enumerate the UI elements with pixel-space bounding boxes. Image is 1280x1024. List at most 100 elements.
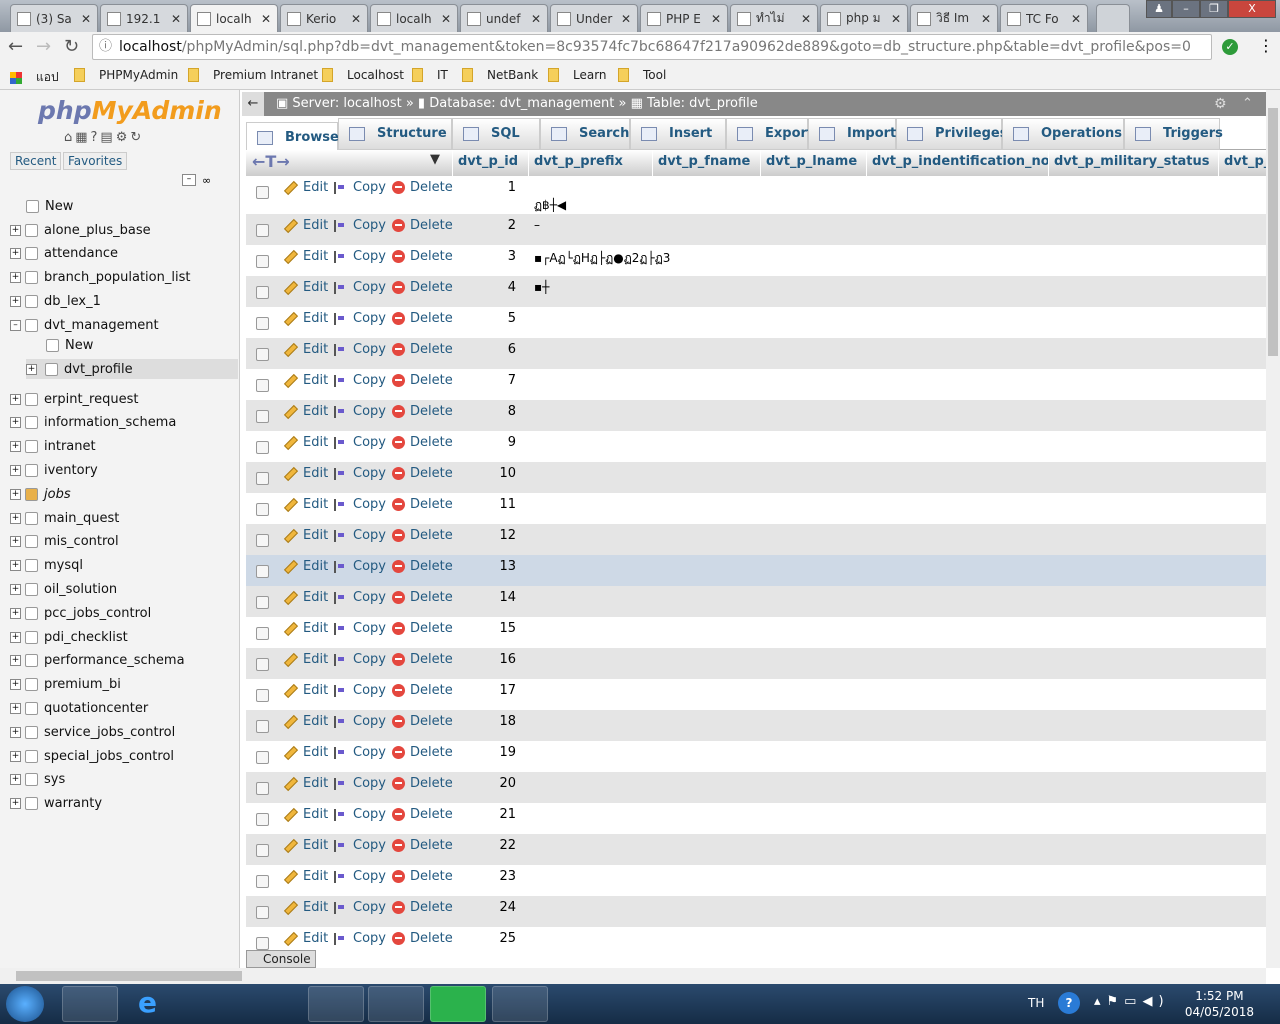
copy-link[interactable]: Copy (334, 373, 386, 388)
copy-link[interactable]: Copy (334, 180, 386, 195)
edit-link[interactable]: Edit (283, 869, 328, 884)
row-checkbox[interactable] (256, 503, 269, 516)
edit-link[interactable]: Edit (283, 590, 328, 605)
edit-link[interactable]: Edit (283, 342, 328, 357)
sidebar-item-iventory[interactable]: + iventory (10, 460, 98, 480)
browser-tab[interactable]: php ม ✕ (820, 4, 908, 32)
browser-tab[interactable]: localh ✕ (190, 4, 278, 32)
taskbar-line-icon[interactable] (430, 986, 486, 1022)
bookmark-item[interactable]: PHPMyAdmin (74, 68, 178, 82)
copy-link[interactable]: Copy (334, 311, 386, 326)
copy-link[interactable]: Copy (334, 838, 386, 853)
expand-icon[interactable]: + (10, 798, 21, 810)
edit-link[interactable]: Edit (283, 180, 328, 195)
tab-structure[interactable]: Structure (338, 118, 452, 150)
delete-link[interactable]: Delete (392, 218, 453, 233)
vertical-scrollbar[interactable] (1266, 90, 1280, 968)
edit-link[interactable]: Edit (283, 559, 328, 574)
sidebar-item-db_lex_1[interactable]: + db_lex_1 (10, 291, 101, 311)
menu-icon[interactable]: ⋮ (1258, 36, 1274, 55)
edit-link[interactable]: Edit (283, 311, 328, 326)
tab-export[interactable]: Export (726, 118, 813, 150)
close-tab-icon[interactable]: ✕ (1071, 12, 1081, 26)
edit-link[interactable]: Edit (283, 714, 328, 729)
sidebar-item-pcc_jobs_control[interactable]: + pcc_jobs_control (10, 603, 151, 623)
help-icon[interactable]: ? (1058, 992, 1080, 1014)
close-tab-icon[interactable]: ✕ (711, 12, 721, 26)
expand-icon[interactable]: + (10, 417, 21, 429)
delete-link[interactable]: Delete (392, 249, 453, 264)
sidebar-item-warranty[interactable]: + warranty (10, 794, 102, 814)
phpmyadmin-logo[interactable]: phpMyAdmin (38, 96, 222, 125)
edit-link[interactable]: Edit (283, 621, 328, 636)
expand-icon[interactable]: + (10, 726, 21, 738)
row-checkbox[interactable] (256, 565, 269, 578)
copy-link[interactable]: Copy (334, 528, 386, 543)
delete-link[interactable]: Delete (392, 373, 453, 388)
edit-link[interactable]: Edit (283, 435, 328, 450)
browser-tab[interactable]: Kerio ✕ (280, 4, 368, 32)
column-header-dvt_p_military_status[interactable]: dvt_p_military_status (1048, 150, 1218, 176)
minimize-button[interactable]: – (1172, 0, 1200, 18)
bookmark-item[interactable]: NetBank (462, 68, 538, 82)
edit-link[interactable]: Edit (283, 745, 328, 760)
sidebar-item-alone_plus_base[interactable]: + alone_plus_base (10, 220, 151, 240)
maximize-button[interactable]: ❐ (1200, 0, 1228, 18)
sidebar-item-mis_control[interactable]: + mis_control (10, 532, 119, 552)
sidebar-item-dvt_profile[interactable]: + dvt_profile (26, 359, 238, 379)
browser-tab[interactable]: ทำไม่ ✕ (730, 4, 818, 32)
close-tab-icon[interactable]: ✕ (981, 12, 991, 26)
row-checkbox[interactable] (256, 782, 269, 795)
copy-link[interactable]: Copy (334, 683, 386, 698)
forward-icon[interactable]: → (36, 36, 51, 57)
column-resize-arrows[interactable]: ←T→ (252, 152, 290, 171)
sidebar-item-intranet[interactable]: + intranet (10, 437, 96, 457)
copy-link[interactable]: Copy (334, 218, 386, 233)
sidebar-item-information_schema[interactable]: + information_schema (10, 413, 176, 433)
row-checkbox[interactable] (256, 286, 269, 299)
sidebar-item-jobs[interactable]: + jobs (10, 484, 71, 504)
row-checkbox[interactable] (256, 348, 269, 361)
copy-link[interactable]: Copy (334, 280, 386, 295)
sidebar-item-pdi_checklist[interactable]: + pdi_checklist (10, 627, 128, 647)
row-checkbox[interactable] (256, 658, 269, 671)
edit-link[interactable]: Edit (283, 838, 328, 853)
delete-link[interactable]: Delete (392, 497, 453, 512)
breadcrumb-table[interactable]: Table: dvt_profile (647, 96, 758, 111)
browser-tab[interactable]: localh ✕ (370, 4, 458, 32)
close-window-button[interactable]: X (1228, 0, 1276, 18)
edit-link[interactable]: Edit (283, 404, 328, 419)
row-checkbox[interactable] (256, 317, 269, 330)
close-tab-icon[interactable]: ✕ (801, 12, 811, 26)
copy-link[interactable]: Copy (334, 249, 386, 264)
close-tab-icon[interactable]: ✕ (891, 12, 901, 26)
collapse-all-icon[interactable]: – (182, 174, 196, 186)
browser-tab[interactable]: TC Fo ✕ (1000, 4, 1088, 32)
row-checkbox[interactable] (256, 441, 269, 454)
column-header-dvt_p_indentification_no[interactable]: dvt_p_indentification_no (866, 150, 1048, 176)
sidebar-item-sys[interactable]: + sys (10, 770, 65, 790)
row-checkbox[interactable] (256, 379, 269, 392)
taskbar-chrome-icon[interactable] (368, 986, 424, 1022)
collapse-top-icon[interactable]: ⌃ (1242, 92, 1253, 116)
copy-link[interactable]: Copy (334, 590, 386, 605)
copy-link[interactable]: Copy (334, 869, 386, 884)
column-header-dvt_p_prefix[interactable]: dvt_p_prefix (528, 150, 652, 176)
sidebar-item-erpint_request[interactable]: + erpint_request (10, 389, 138, 409)
expand-icon[interactable]: + (10, 631, 21, 643)
browser-tab[interactable]: 192.1 ✕ (100, 4, 188, 32)
expand-icon[interactable]: + (10, 750, 21, 762)
sidebar-item-premium_bi[interactable]: + premium_bi (10, 675, 121, 695)
expand-icon[interactable]: + (10, 536, 21, 548)
delete-link[interactable]: Delete (392, 404, 453, 419)
bookmark-item[interactable]: IT (412, 68, 448, 82)
sidebar-item-special_jobs_control[interactable]: + special_jobs_control (10, 746, 174, 766)
scroll-thumb[interactable] (1268, 108, 1278, 356)
delete-link[interactable]: Delete (392, 180, 453, 195)
edit-link[interactable]: Edit (283, 776, 328, 791)
close-tab-icon[interactable]: ✕ (171, 12, 181, 26)
expand-icon[interactable]: + (10, 224, 21, 236)
copy-link[interactable]: Copy (334, 559, 386, 574)
edit-link[interactable]: Edit (283, 497, 328, 512)
edit-link[interactable]: Edit (283, 249, 328, 264)
